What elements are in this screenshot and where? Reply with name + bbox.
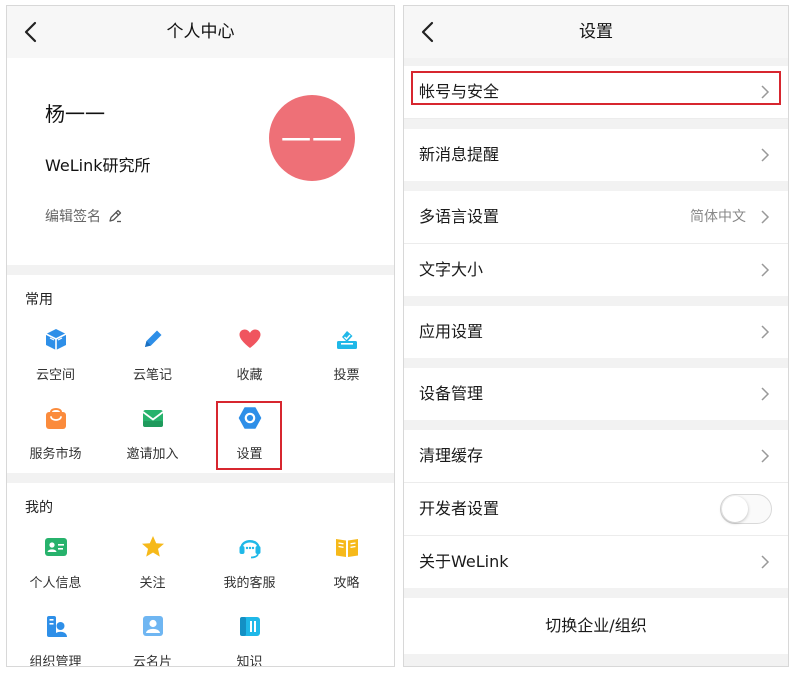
- settings-hexagon-icon: [238, 407, 261, 429]
- setting-account-security[interactable]: 帐号与安全: [404, 66, 788, 119]
- setting-new-message-alert[interactable]: 新消息提醒: [404, 129, 788, 181]
- chevron-right-icon: [761, 555, 770, 569]
- language-value: 简体中文: [690, 209, 746, 225]
- settings-group-apps: 应用设置: [404, 306, 788, 358]
- grid-item-label: 邀请加入: [126, 447, 179, 462]
- chevron-right-icon: [761, 85, 770, 99]
- top-nav-bar: 个人中心: [7, 6, 394, 58]
- vote-box-icon: [336, 331, 357, 349]
- grid-item-label: 关注: [139, 576, 166, 591]
- knowledge-icon: [239, 617, 260, 636]
- grid-item-label: 组织管理: [29, 655, 82, 667]
- mine-section: 我的 个人信息 关注 我的客服 攻略 组织管理 云名片 知识: [7, 483, 394, 667]
- grid-item-label: 云名片: [132, 655, 172, 667]
- grid-item-label: 个人信息: [29, 576, 82, 591]
- setting-label: 多语言设置: [419, 207, 500, 226]
- grid-item-label: 设置: [236, 447, 263, 462]
- settings-screen: 设置 帐号与安全 新消息提醒 多语言设置 简体中文 文字大小 应用设置 设备管理…: [403, 5, 789, 667]
- mine-section-title: 我的: [25, 500, 53, 516]
- setting-font-size[interactable]: 文字大小: [404, 244, 788, 296]
- grid-item-knowledge[interactable]: 知识: [201, 606, 298, 667]
- id-card-icon: [44, 538, 67, 556]
- grid-item-cloud-space[interactable]: 云空间: [7, 319, 104, 393]
- grid-item-label: 投票: [333, 368, 360, 383]
- settings-group-notifications: 新消息提醒: [404, 129, 788, 181]
- common-section: 常用 云空间 云笔记 收藏 投票 服务市场 邀请加入 设置: [7, 275, 394, 473]
- settings-group-misc: 清理缓存 开发者设置 关于WeLink: [404, 430, 788, 588]
- book-icon: [335, 539, 358, 557]
- setting-label: 文字大小: [419, 260, 484, 279]
- grid-item-guide[interactable]: 攻略: [298, 527, 394, 601]
- avatar[interactable]: 一一: [269, 95, 355, 181]
- edit-signature-link[interactable]: 编辑签名: [45, 206, 123, 226]
- heart-icon: [239, 329, 260, 348]
- profile-card: 杨一一 WeLink研究所 编辑签名 一一: [7, 58, 394, 265]
- grid-item-label: 攻略: [333, 576, 360, 591]
- grid-item-service-market[interactable]: 服务市场: [7, 398, 104, 472]
- setting-label: 应用设置: [419, 322, 484, 341]
- setting-label: 清理缓存: [419, 446, 484, 465]
- switch-organization-button[interactable]: 切换企业/组织: [404, 598, 788, 654]
- top-nav-bar: 设置: [404, 6, 788, 58]
- shopping-bag-icon: [45, 408, 66, 429]
- grid-item-org-management[interactable]: 组织管理: [7, 606, 104, 667]
- back-arrow-icon[interactable]: [416, 20, 440, 44]
- chevron-right-icon: [761, 263, 770, 277]
- settings-group-account: 帐号与安全: [404, 66, 788, 119]
- envelope-icon: [141, 410, 164, 427]
- setting-language[interactable]: 多语言设置 简体中文: [404, 191, 788, 244]
- settings-group-display: 多语言设置 简体中文 文字大小: [404, 191, 788, 296]
- personal-center-screen: 个人中心 杨一一 WeLink研究所 编辑签名 一一 常用 云空间 云笔记 收藏: [6, 5, 395, 667]
- setting-label: 开发者设置: [419, 499, 500, 518]
- setting-about[interactable]: 关于WeLink: [404, 536, 788, 588]
- grid-item-label: 知识: [236, 655, 263, 667]
- back-arrow-icon[interactable]: [19, 20, 43, 44]
- chevron-right-icon: [761, 325, 770, 339]
- chevron-right-icon: [761, 210, 770, 224]
- headset-icon: [239, 540, 260, 559]
- grid-item-cloud-notes[interactable]: 云笔记: [104, 319, 201, 393]
- setting-label: 帐号与安全: [419, 82, 500, 101]
- grid-item-personal-info[interactable]: 个人信息: [7, 527, 104, 601]
- grid-item-label: 服务市场: [29, 447, 82, 462]
- settings-group-devices: 设备管理: [404, 368, 788, 420]
- contact-card-icon: [142, 616, 163, 636]
- setting-label: 设备管理: [419, 384, 484, 403]
- grid-item-favorites[interactable]: 收藏: [201, 319, 298, 393]
- chevron-right-icon: [761, 387, 770, 401]
- grid-item-follow[interactable]: 关注: [104, 527, 201, 601]
- user-organization: WeLink研究所: [45, 156, 151, 175]
- page-title: 个人中心: [166, 22, 235, 42]
- setting-label: 关于WeLink: [419, 552, 509, 571]
- grid-item-label: 云笔记: [132, 368, 172, 383]
- pencil-icon: [109, 209, 122, 223]
- toggle-knob: [722, 496, 748, 522]
- developer-toggle[interactable]: [720, 494, 772, 524]
- chevron-right-icon: [761, 148, 770, 162]
- grid-item-settings[interactable]: 设置: [201, 398, 298, 472]
- setting-device-management[interactable]: 设备管理: [404, 368, 788, 420]
- setting-label: 新消息提醒: [419, 145, 500, 164]
- setting-clear-cache[interactable]: 清理缓存: [404, 430, 788, 483]
- pen-icon: [144, 330, 161, 347]
- org-user-icon: [46, 616, 67, 637]
- setting-developer: 开发者设置: [404, 483, 788, 536]
- cloud-box-icon: [45, 329, 66, 350]
- grid-item-label: 我的客服: [223, 576, 276, 591]
- grid-item-label: 收藏: [236, 368, 263, 383]
- grid-item-customer-service[interactable]: 我的客服: [201, 527, 298, 601]
- grid-item-business-card[interactable]: 云名片: [104, 606, 201, 667]
- grid-item-label: 云空间: [35, 368, 75, 383]
- star-icon: [141, 536, 164, 557]
- page-title: 设置: [579, 22, 613, 42]
- user-name: 杨一一: [45, 102, 105, 126]
- setting-app-settings[interactable]: 应用设置: [404, 306, 788, 358]
- chevron-right-icon: [761, 449, 770, 463]
- grid-item-invite[interactable]: 邀请加入: [104, 398, 201, 472]
- edit-signature-label: 编辑签名: [45, 209, 101, 225]
- grid-item-vote[interactable]: 投票: [298, 319, 394, 393]
- common-section-title: 常用: [25, 292, 53, 308]
